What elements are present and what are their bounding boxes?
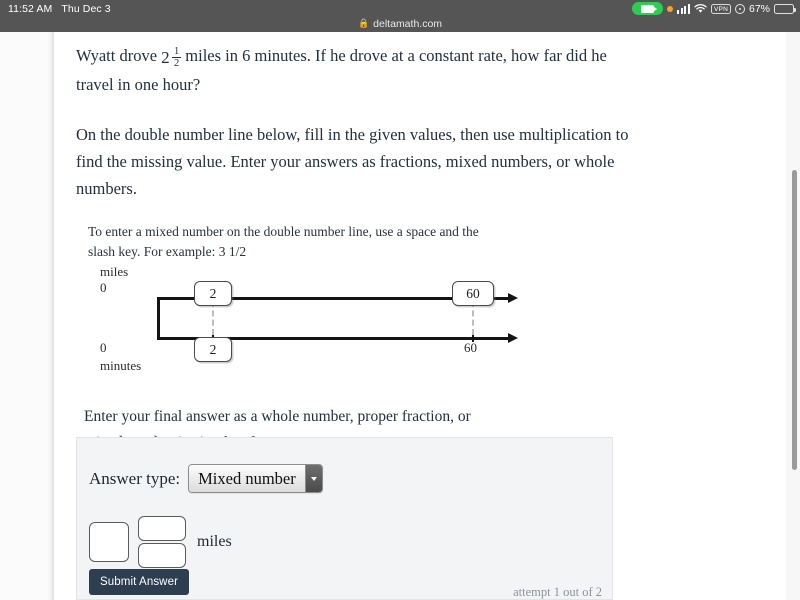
mixed-denominator: 2: [174, 57, 180, 69]
lock-icon: 🔒: [357, 17, 370, 28]
mixed-fraction: 12: [172, 45, 182, 69]
answer-type-select[interactable]: Mixed number: [188, 464, 323, 493]
answer-unit-label: miles: [197, 533, 232, 550]
bottom-axis-arrow-icon: [508, 332, 518, 343]
chevron-down-icon: [304, 465, 322, 492]
number-line-input-top-left[interactable]: 2: [194, 281, 232, 306]
url-text: deltamath.com: [373, 17, 443, 30]
location-services-icon: [734, 3, 745, 14]
question-paragraph-2: On the double number line below, fill in…: [76, 125, 629, 198]
number-line-top-zero: 0: [100, 280, 107, 295]
number-line-bottom-label: minutes: [100, 358, 142, 373]
vertical-scrollbar[interactable]: [792, 170, 797, 470]
mixed-whole: 2: [161, 48, 170, 67]
mixed-number-hint: To enter a mixed number on the double nu…: [88, 224, 479, 259]
status-bar-left: 11:52 AM Thu Dec 3: [8, 3, 111, 15]
attempt-counter: attempt 1 out of 2: [513, 585, 602, 599]
answer-type-row: Answer type: Mixed number: [89, 464, 323, 493]
answer-fraction-stack: [138, 516, 186, 568]
inline-mixed-number: 212: [161, 44, 182, 71]
zero-connector-line: [157, 297, 160, 339]
answer-input-row: miles: [89, 516, 232, 568]
answer-numerator-input[interactable]: [138, 516, 186, 541]
question-body: Wyatt drove 212 miles in 6 minutes. If h…: [76, 42, 636, 202]
vpn-badge-icon: VPN: [711, 3, 731, 14]
browser-chrome: 11:52 AM Thu Dec 3 VPN 67% 🔒 deltamath.c…: [0, 0, 800, 32]
question-paragraph-1: Wyatt drove 212 miles in 6 minutes. If h…: [76, 42, 636, 98]
number-line-input-top-right[interactable]: 60: [452, 281, 494, 306]
left-rail: [0, 32, 52, 600]
answer-panel: Answer type: Mixed number miles Submit A…: [76, 437, 613, 600]
dashed-connector-right: [472, 301, 474, 335]
address-bar[interactable]: 🔒 deltamath.com: [0, 15, 800, 32]
question-text-pre: Wyatt drove: [76, 46, 162, 65]
top-axis-arrow-icon: [508, 292, 518, 303]
number-line-bottom-right-value: 60: [464, 340, 477, 355]
number-line-input-bottom-left[interactable]: 2: [194, 337, 232, 362]
answer-type-label: Answer type:: [89, 468, 181, 488]
status-date: Thu Dec 3: [61, 2, 111, 15]
cellular-signal-icon: [676, 4, 691, 14]
problem-content: Wyatt drove 212 miles in 6 minutes. If h…: [54, 32, 786, 600]
mixed-numerator: 1: [174, 45, 180, 57]
battery-icon: [774, 3, 796, 14]
double-number-line: miles 0 2 60 2 0 60 minutes: [90, 264, 518, 382]
answer-whole-input[interactable]: [89, 522, 129, 562]
page-viewport: Wyatt drove 212 miles in 6 minutes. If h…: [0, 32, 800, 600]
microphone-in-use-icon: [666, 5, 673, 12]
status-time: 11:52 AM: [8, 2, 53, 15]
answer-type-value: Mixed number: [189, 465, 305, 492]
answer-denominator-input[interactable]: [138, 543, 186, 568]
number-line-bottom-zero: 0: [100, 340, 107, 355]
submit-answer-button[interactable]: Submit Answer: [89, 569, 189, 595]
number-line-top-label: miles: [100, 264, 129, 279]
dashed-connector-left: [212, 301, 214, 335]
battery-percent-label: 67%: [748, 2, 770, 15]
screen-recording-icon: [631, 2, 663, 15]
camera-glyph: [640, 4, 657, 13]
wifi-icon: [694, 3, 707, 14]
